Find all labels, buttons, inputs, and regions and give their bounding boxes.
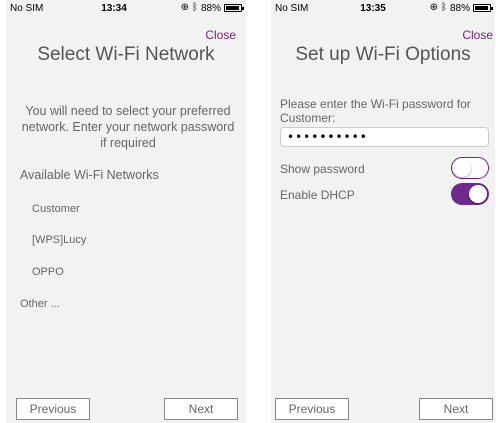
enable-dhcp-toggle[interactable] bbox=[451, 183, 489, 205]
instructions-text: You will need to select your preferred n… bbox=[21, 104, 235, 150]
battery-percent: 88% bbox=[200, 2, 221, 14]
select-wifi-screen: No SIM 13:34 ⊕ ᛒ 88% Close Select Wi-Fi … bbox=[6, 0, 246, 423]
toggle-knob bbox=[469, 185, 487, 203]
network-item-other[interactable]: Other ... bbox=[20, 298, 60, 310]
network-item-oppo[interactable]: OPPO bbox=[32, 266, 64, 278]
bluetooth-icon: ᛒ bbox=[191, 2, 198, 13]
password-prompt: Please enter the Wi-Fi password for Cust… bbox=[280, 97, 471, 125]
battery-icon bbox=[473, 4, 493, 12]
wifi-options-screen: No SIM 13:35 ⊕ ᛒ 88% Close Set up Wi-Fi … bbox=[271, 0, 495, 423]
battery-percent: 88% bbox=[449, 2, 470, 14]
bluetooth-icon: ᛒ bbox=[440, 2, 447, 13]
toggle-knob bbox=[453, 158, 471, 177]
show-password-toggle[interactable] bbox=[451, 157, 489, 179]
status-bar: No SIM 13:34 ⊕ ᛒ 88% bbox=[6, 0, 246, 16]
previous-button[interactable]: Previous bbox=[16, 398, 90, 420]
rotation-lock-icon: ⊕ bbox=[180, 2, 189, 13]
network-item-customer[interactable]: Customer bbox=[32, 203, 80, 215]
carrier-text: No SIM bbox=[275, 3, 309, 14]
status-icons: ⊕ ᛒ 88% bbox=[429, 2, 493, 14]
next-button[interactable]: Next bbox=[419, 398, 493, 420]
rotation-lock-icon: ⊕ bbox=[429, 2, 438, 13]
password-field[interactable]: •••••••••• bbox=[280, 127, 489, 147]
page-title: Select Wi-Fi Network bbox=[37, 44, 215, 65]
clock-text: 13:34 bbox=[101, 3, 127, 14]
available-networks-heading: Available Wi-Fi Networks bbox=[20, 168, 159, 182]
page-title: Set up Wi-Fi Options bbox=[295, 44, 471, 65]
close-button[interactable]: Close bbox=[462, 28, 493, 42]
network-item-wps-lucy[interactable]: [WPS]Lucy bbox=[32, 234, 86, 246]
clock-text: 13:35 bbox=[360, 3, 386, 14]
status-bar: No SIM 13:35 ⊕ ᛒ 88% bbox=[271, 0, 495, 16]
show-password-label: Show password bbox=[280, 162, 365, 176]
status-icons: ⊕ ᛒ 88% bbox=[180, 2, 244, 14]
close-button[interactable]: Close bbox=[205, 28, 236, 42]
previous-button[interactable]: Previous bbox=[275, 398, 349, 420]
enable-dhcp-label: Enable DHCP bbox=[280, 188, 355, 202]
carrier-text: No SIM bbox=[10, 3, 44, 14]
battery-icon bbox=[224, 4, 244, 12]
next-button[interactable]: Next bbox=[164, 398, 238, 420]
